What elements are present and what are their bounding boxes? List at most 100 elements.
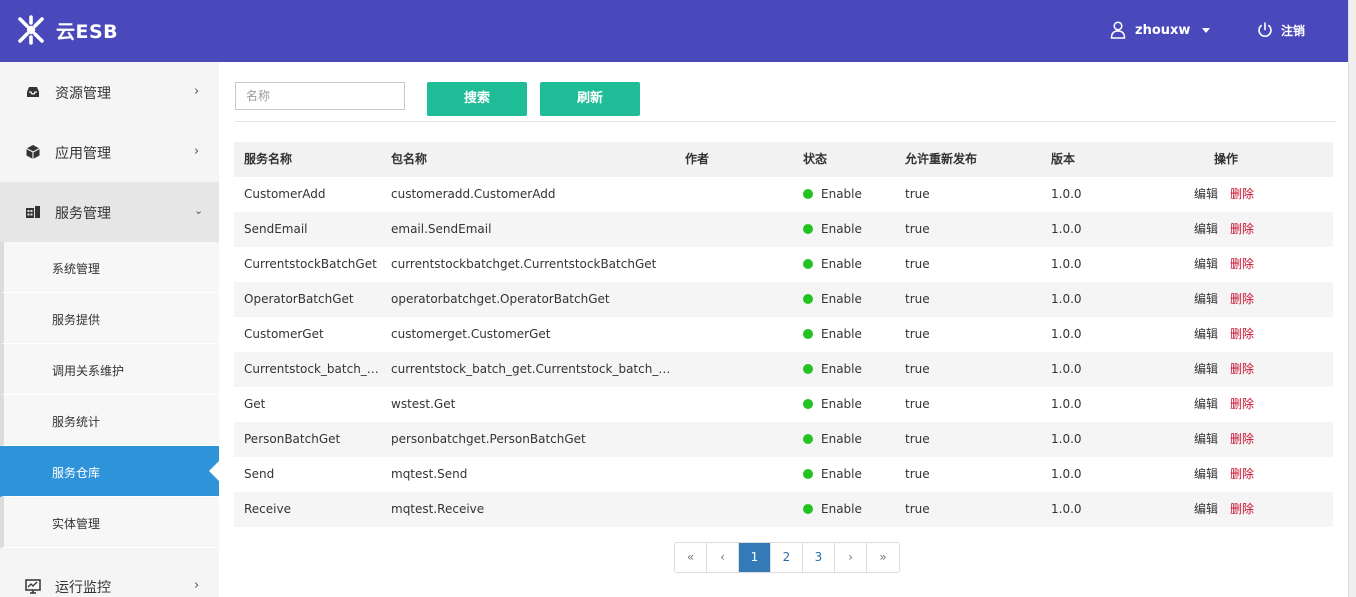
delete-link[interactable]: 删除 xyxy=(1230,467,1254,481)
pagination: « ‹ 1 2 3 › » xyxy=(674,542,900,573)
status-cell: Enable xyxy=(803,352,903,387)
actions-cell: 编辑 删除 xyxy=(1194,422,1294,457)
sidebar-item-resources[interactable]: 资源管理 › xyxy=(0,62,219,122)
version-cell: 1.0.0 xyxy=(1051,397,1082,411)
cube-icon xyxy=(26,145,40,159)
status-dot-icon xyxy=(803,189,813,199)
sidebar-subitem-entity-management[interactable]: 实体管理 xyxy=(0,497,219,548)
logout-button[interactable]: 注销 xyxy=(1257,20,1305,40)
edit-link[interactable]: 编辑 xyxy=(1194,327,1218,341)
author-cell xyxy=(685,247,785,282)
next-page-button[interactable]: › xyxy=(835,543,867,572)
delete-link[interactable]: 删除 xyxy=(1230,187,1254,201)
status-dot-icon xyxy=(803,504,813,514)
logo-icon xyxy=(18,15,44,45)
republish-cell: true xyxy=(905,432,930,446)
status-dot-icon xyxy=(803,469,813,479)
last-page-button[interactable]: » xyxy=(867,543,899,572)
edit-link[interactable]: 编辑 xyxy=(1194,397,1218,411)
user-menu[interactable]: zhouxw xyxy=(1110,20,1211,40)
delete-link[interactable]: 删除 xyxy=(1230,222,1254,236)
active-indicator xyxy=(209,461,219,481)
republish-cell: true xyxy=(905,187,930,201)
status-cell: Enable xyxy=(803,317,903,352)
package-name-cell: personbatchget.PersonBatchGet xyxy=(391,432,586,446)
author-cell xyxy=(685,457,785,492)
sidebar-subitem-service-provision[interactable]: 服务提供 xyxy=(0,293,219,344)
status-cell: Enable xyxy=(803,492,903,527)
edit-link[interactable]: 编辑 xyxy=(1194,187,1218,201)
table-row: OperatorBatchGet operatorbatchget.Operato… xyxy=(234,282,1333,317)
republish-cell: true xyxy=(905,257,930,271)
actions-cell: 编辑 删除 xyxy=(1194,282,1294,317)
edit-link[interactable]: 编辑 xyxy=(1194,432,1218,446)
service-name-cell: CurrentstockBatchGet xyxy=(244,257,377,271)
delete-link[interactable]: 删除 xyxy=(1230,292,1254,306)
edit-link[interactable]: 编辑 xyxy=(1194,257,1218,271)
prev-page-button[interactable]: ‹ xyxy=(707,543,739,572)
status-text: Enable xyxy=(821,467,862,481)
author-cell xyxy=(685,492,785,527)
sidebar-item-monitoring[interactable]: 运行监控 › xyxy=(0,556,219,597)
status-cell: Enable xyxy=(803,212,903,247)
status-text: Enable xyxy=(821,502,862,516)
service-name-cell: CustomerGet xyxy=(244,327,324,341)
author-cell xyxy=(685,352,785,387)
table-row: Send mqtest.Send Enable true 1.0.0 编辑 删除 xyxy=(234,457,1333,492)
sidebar-subitem-call-relations[interactable]: 调用关系维护 xyxy=(0,344,219,395)
author-cell xyxy=(685,317,785,352)
table-row: PersonBatchGet personbatchget.PersonBatch… xyxy=(234,422,1333,457)
chevron-down-icon: ⌄ xyxy=(194,204,204,217)
top-bar: 云ESB zhouxw 注销 xyxy=(0,0,1348,62)
package-name-cell: currentstockbatchget.CurrentstockBatchGe… xyxy=(391,257,657,271)
edit-link[interactable]: 编辑 xyxy=(1194,292,1218,306)
status-cell: Enable xyxy=(803,457,903,492)
page-button-3[interactable]: 3 xyxy=(803,543,835,572)
sidebar-subitem-service-statistics[interactable]: 服务统计 xyxy=(0,395,219,446)
edit-link[interactable]: 编辑 xyxy=(1194,222,1218,236)
sidebar-subitem-system-management[interactable]: 系统管理 xyxy=(0,242,219,293)
sidebar-item-label: 资源管理 xyxy=(55,86,111,102)
column-header: 状态 xyxy=(803,152,828,166)
sidebar-subitem-service-repository[interactable]: 服务仓库 xyxy=(0,446,219,497)
author-cell xyxy=(685,282,785,317)
status-dot-icon xyxy=(803,294,813,304)
actions-cell: 编辑 删除 xyxy=(1194,212,1294,247)
sidebar-subitem-label: 系统管理 xyxy=(52,262,101,276)
column-header: 作者 xyxy=(685,152,710,166)
delete-link[interactable]: 删除 xyxy=(1230,362,1254,376)
refresh-button[interactable]: 刷新 xyxy=(540,82,640,116)
sidebar-item-services[interactable]: 服务管理 ⌄ xyxy=(0,182,219,242)
delete-link[interactable]: 删除 xyxy=(1230,257,1254,271)
delete-link[interactable]: 删除 xyxy=(1230,327,1254,341)
page-button-2[interactable]: 2 xyxy=(771,543,803,572)
page-button-1[interactable]: 1 xyxy=(739,543,771,572)
search-input[interactable] xyxy=(235,82,405,110)
status-text: Enable xyxy=(821,222,862,236)
actions-cell: 编辑 删除 xyxy=(1194,457,1294,492)
scrollbar-track[interactable] xyxy=(1348,0,1356,597)
sidebar-item-applications[interactable]: 应用管理 › xyxy=(0,122,219,182)
republish-cell: true xyxy=(905,467,930,481)
republish-cell: true xyxy=(905,327,930,341)
search-button[interactable]: 搜索 xyxy=(427,82,527,116)
column-header: 版本 xyxy=(1051,152,1076,166)
edit-link[interactable]: 编辑 xyxy=(1194,362,1218,376)
status-text: Enable xyxy=(821,432,862,446)
delete-link[interactable]: 删除 xyxy=(1230,432,1254,446)
brand[interactable]: 云ESB xyxy=(16,14,118,46)
service-name-cell: Get xyxy=(244,397,266,411)
chevron-down-icon xyxy=(1202,27,1211,33)
first-page-button[interactable]: « xyxy=(675,543,707,572)
status-text: Enable xyxy=(821,257,862,271)
service-name-cell: PersonBatchGet xyxy=(244,432,341,446)
status-cell: Enable xyxy=(803,422,903,457)
delete-link[interactable]: 删除 xyxy=(1230,502,1254,516)
service-name-cell: OperatorBatchGet xyxy=(244,292,354,306)
status-cell: Enable xyxy=(803,282,903,317)
column-header: 操作 xyxy=(1214,152,1239,166)
edit-link[interactable]: 编辑 xyxy=(1194,467,1218,481)
delete-link[interactable]: 删除 xyxy=(1230,397,1254,411)
status-text: Enable xyxy=(821,187,862,201)
edit-link[interactable]: 编辑 xyxy=(1194,502,1218,516)
